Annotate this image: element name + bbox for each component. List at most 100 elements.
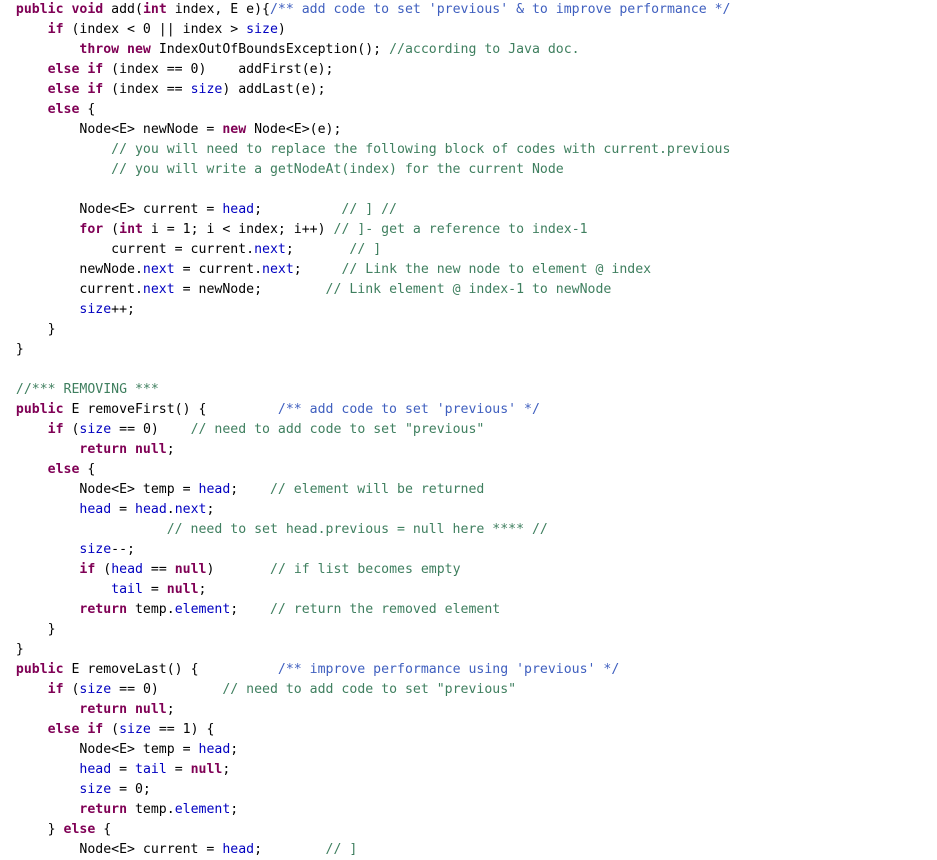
- code-line: }: [0, 640, 937, 660]
- code-field: tail: [111, 582, 143, 597]
- code-text: }: [0, 322, 56, 337]
- code-text: = 0;: [111, 782, 151, 797]
- code-text: ;: [254, 202, 342, 217]
- code-field: element: [174, 602, 231, 617]
- code-keyword: for: [79, 222, 104, 237]
- code-text: .: [166, 502, 175, 517]
- code-text: IndexOutOfBoundsException();: [158, 42, 390, 57]
- code-keyword: return: [79, 802, 128, 817]
- code-text: }: [0, 342, 24, 357]
- code-keyword: else if: [47, 62, 104, 77]
- code-field: size: [246, 22, 278, 37]
- code-line-comment: // ]: [325, 842, 358, 857]
- code-text: Node<E> temp =: [0, 742, 199, 757]
- code-field: tail: [135, 762, 167, 777]
- code-line: size = 0;: [0, 780, 937, 800]
- code-keyword: throw new: [79, 42, 159, 57]
- code-field: next: [262, 262, 294, 277]
- code-field: head: [198, 742, 231, 757]
- code-keyword: null: [166, 582, 199, 597]
- code-field: size: [119, 722, 151, 737]
- code-line: public E removeFirst() { /** add code to…: [0, 400, 937, 420]
- code-line-comment: // ]: [349, 242, 382, 257]
- code-text: (index == 0) addFirst(e);: [103, 62, 334, 77]
- code-field: element: [174, 802, 231, 817]
- code-text: ++;: [111, 302, 135, 317]
- code-keyword: else if: [47, 722, 104, 737]
- code-keyword: if: [47, 422, 64, 437]
- code-text: (index ==: [103, 82, 191, 97]
- code-line: // you will need to replace the followin…: [0, 140, 937, 160]
- code-keyword: return null: [79, 702, 167, 717]
- code-line: Node<E> current = head; // ]: [0, 840, 937, 860]
- code-field: next: [254, 242, 286, 257]
- code-line: for (int i = 1; i < index; i++) // ]- ge…: [0, 220, 937, 240]
- code-text: =: [142, 582, 167, 597]
- code-text: }: [0, 822, 64, 837]
- code-line-comment: // return the removed element: [269, 602, 501, 617]
- code-field: head: [222, 202, 255, 217]
- code-field: head: [198, 482, 231, 497]
- code-text: index, E e){: [166, 2, 270, 17]
- code-keyword: else: [63, 822, 96, 837]
- code-text: {: [79, 462, 96, 477]
- code-text: newNode.: [0, 262, 143, 277]
- code-line: Node<E> temp = head; // element will be …: [0, 480, 937, 500]
- code-keyword: else: [47, 102, 80, 117]
- code-line: else if (index == size) addLast(e);: [0, 80, 937, 100]
- code-keyword: else if: [47, 82, 104, 97]
- code-text: =: [111, 762, 135, 777]
- code-line: throw new IndexOutOfBoundsException(); /…: [0, 40, 937, 60]
- code-text: ;: [230, 742, 239, 757]
- code-line: if (size == 0) // need to add code to se…: [0, 420, 937, 440]
- code-line: else if (size == 1) {: [0, 720, 937, 740]
- code-line: // you will write a getNodeAt(index) for…: [0, 160, 937, 180]
- code-text: E removeLast() {: [63, 662, 278, 677]
- code-text: =: [166, 762, 191, 777]
- code-line: Node<E> temp = head;: [0, 740, 937, 760]
- code-line: head = head.next;: [0, 500, 937, 520]
- code-line: size--;: [0, 540, 937, 560]
- code-line: return temp.element;: [0, 800, 937, 820]
- code-line: if (index < 0 || index > size): [0, 20, 937, 40]
- code-text: Node<E> newNode =: [0, 122, 223, 137]
- code-line-comment: // element will be returned: [269, 482, 485, 497]
- code-text: ;: [166, 442, 175, 457]
- code-text: == 0): [111, 422, 191, 437]
- code-line: size++;: [0, 300, 937, 320]
- code-listing[interactable]: public void add(int index, E e){/** add …: [0, 0, 937, 860]
- code-text: ;: [206, 502, 215, 517]
- code-text: temp.: [127, 602, 175, 617]
- code-line: Node<E> current = head; // ] //: [0, 200, 937, 220]
- code-line: Node<E> newNode = new Node<E>(e);: [0, 120, 937, 140]
- code-line-comment: // Link element @ index-1 to newNode: [325, 282, 612, 297]
- code-text: ): [206, 562, 271, 577]
- code-text: {: [79, 102, 96, 117]
- code-line: newNode.next = current.next; // Link the…: [0, 260, 937, 280]
- code-field: size: [79, 422, 112, 437]
- code-line: head = tail = null;: [0, 760, 937, 780]
- code-text: ;: [166, 702, 175, 717]
- code-line-comment: // you will need to replace the followin…: [111, 142, 731, 157]
- code-text: E removeFirst() {: [63, 402, 278, 417]
- code-keyword: new: [222, 122, 247, 137]
- code-field: size: [79, 782, 112, 797]
- code-text: Node<E> current =: [0, 842, 223, 857]
